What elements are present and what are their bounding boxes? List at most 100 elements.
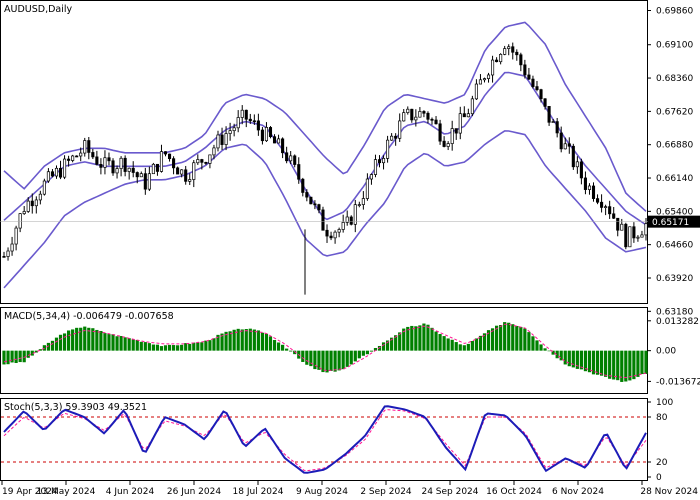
candle-body xyxy=(486,74,491,79)
macd-bar xyxy=(616,350,620,381)
candle-body xyxy=(632,226,636,239)
macd-bar xyxy=(462,345,466,351)
candle-body xyxy=(636,236,640,239)
macd-bar xyxy=(95,329,99,351)
candle-body xyxy=(353,204,357,225)
macd-bar xyxy=(527,332,531,351)
chart-canvas: AUDUSD,Daily 0.69860 0.69100 0.68360 0.6762… xyxy=(0,0,700,497)
candle-body xyxy=(495,59,499,63)
macd-bar xyxy=(244,329,248,351)
candle-body xyxy=(515,51,519,56)
candle-body xyxy=(71,155,75,161)
date-tick-label: 26 Jun 2024 xyxy=(167,487,221,497)
macd-bar xyxy=(345,350,349,367)
candle-body xyxy=(159,151,164,172)
macd-bar xyxy=(547,350,551,352)
candle-body xyxy=(640,234,644,238)
candle-body xyxy=(563,143,567,150)
stoch-panel-title: Stoch(5,3,3) 59.3903 49.3521 xyxy=(4,402,147,413)
macd-bar xyxy=(62,333,67,351)
macd-bar xyxy=(167,344,172,351)
candle-body xyxy=(200,159,204,163)
candle-body xyxy=(503,48,507,55)
candle-body xyxy=(591,185,596,199)
candle-body xyxy=(115,168,119,174)
date-tick-label: 28 Nov 2024 xyxy=(640,487,698,497)
candle-body xyxy=(192,162,196,180)
candle-body xyxy=(470,98,474,115)
candle-body xyxy=(184,169,188,182)
candle-body xyxy=(438,123,442,142)
date-axis: 19 Apr 202413 May 2024 4 Jun 2024 26 Jun 2… xyxy=(1,481,698,497)
candle-body xyxy=(103,157,107,168)
macd-bar xyxy=(204,340,208,351)
price-panel-title: AUDUSD,Daily xyxy=(4,4,73,15)
candle-body xyxy=(616,217,620,231)
candle-body xyxy=(46,171,50,182)
macd-bar xyxy=(272,340,277,351)
date-tick-label: 9 Aug 2024 xyxy=(296,487,348,497)
candle-body xyxy=(430,118,434,121)
macd-bar xyxy=(628,350,632,381)
date-tick-label: 6 Nov 2024 xyxy=(552,487,604,497)
macd-panel: MACD(5,34,4) -0.006479 -0.007658 0.01328… xyxy=(0,307,700,394)
price-tick-label: 0.64660 xyxy=(656,241,693,251)
candle-body xyxy=(454,128,458,134)
candle-body xyxy=(478,79,483,85)
candle-body xyxy=(628,226,632,248)
candle-body xyxy=(208,154,212,164)
candle-body xyxy=(289,155,293,162)
stoch-panel: Stoch(5,3,3) 59.3903 49.3521 100 80 20 0 xyxy=(0,398,673,483)
candle-body xyxy=(232,127,236,132)
candle-body xyxy=(301,178,305,193)
candle-body xyxy=(155,163,159,172)
macd-bar xyxy=(466,343,470,351)
candle-body xyxy=(91,152,95,158)
macd-bar xyxy=(608,350,612,379)
candle-body xyxy=(54,167,59,177)
macd-bar xyxy=(333,350,337,372)
date-tick-label: 2 Sep 2024 xyxy=(360,487,412,497)
macd-bar xyxy=(341,350,345,370)
macd-bar xyxy=(305,350,309,365)
candle-body xyxy=(555,121,559,134)
macd-bar xyxy=(111,334,115,351)
macd-bar xyxy=(361,350,365,356)
macd-bar xyxy=(188,343,192,351)
macd-bar xyxy=(14,350,18,364)
macd-bar xyxy=(567,350,571,367)
candle-body xyxy=(240,109,244,118)
macd-bar xyxy=(349,350,353,365)
candle-body xyxy=(390,135,394,141)
candle-body xyxy=(67,158,71,161)
candle-body xyxy=(595,198,600,203)
macd-bar xyxy=(180,344,184,351)
candle-body xyxy=(111,160,115,174)
macd-bar xyxy=(357,350,361,359)
candle-body xyxy=(244,109,248,120)
date-tick-label: 24 Sep 2024 xyxy=(421,487,478,497)
macd-bar xyxy=(604,350,608,377)
candle-body xyxy=(321,209,325,231)
stoch-tick-label: 20 xyxy=(656,458,668,468)
candle-body xyxy=(123,157,127,172)
macd-bar xyxy=(289,350,293,352)
candle-body xyxy=(600,201,604,208)
macd-bar xyxy=(276,342,281,351)
candle-body xyxy=(2,256,6,258)
macd-bar xyxy=(240,329,244,351)
candle-body xyxy=(143,173,147,190)
candle-body xyxy=(34,199,38,207)
candle-body xyxy=(293,155,297,165)
candle-body xyxy=(204,161,208,164)
candle-body xyxy=(539,89,543,100)
macd-tick-label: -0.013672 xyxy=(656,377,700,387)
date-tick-label: 18 Jul 2024 xyxy=(233,487,284,497)
candle-body xyxy=(212,147,216,156)
price-axis: 0.69860 0.69100 0.68360 0.67620 0.66880 0.661… xyxy=(647,7,693,317)
candle-body xyxy=(75,155,79,158)
macd-bar xyxy=(256,330,260,351)
candle-body xyxy=(410,108,414,121)
candle-body xyxy=(583,177,587,190)
macd-bar xyxy=(595,350,600,375)
